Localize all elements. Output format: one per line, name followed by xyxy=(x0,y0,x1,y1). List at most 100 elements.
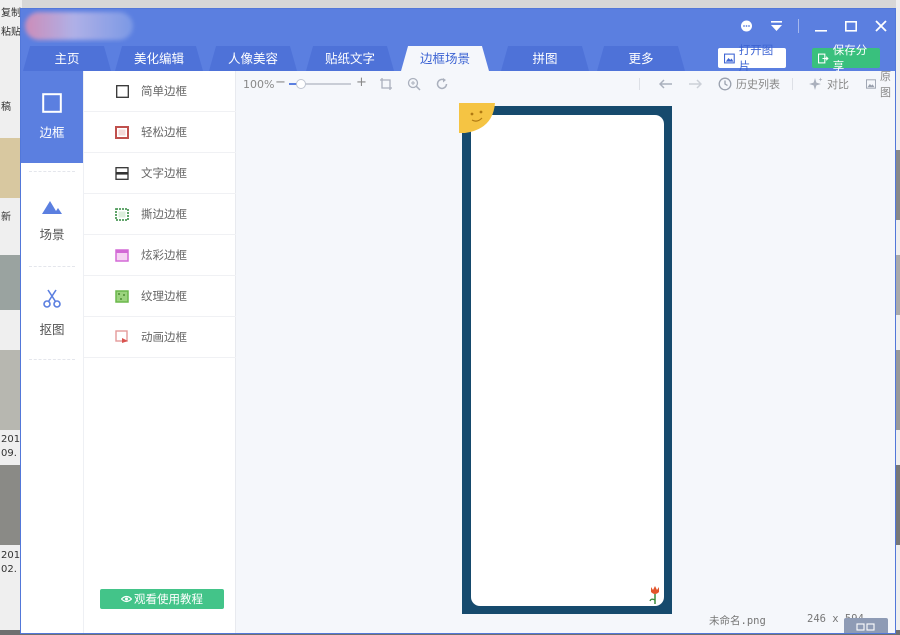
animated-border-icon xyxy=(115,330,129,344)
canvas-area: 100% − + 历史列表 对比 原图 未命名.png 246 x 594 xyxy=(237,70,895,633)
toolbar-separator xyxy=(639,78,640,90)
desktop-thumbnail xyxy=(0,138,22,198)
list-item-texture-border[interactable]: 纹理边框 xyxy=(84,276,236,317)
desktop-thumbnail xyxy=(896,350,900,430)
original-image-label: 原图 xyxy=(880,70,892,99)
compare-button[interactable]: 对比 xyxy=(809,76,849,92)
nav-divider xyxy=(29,171,75,172)
watch-tutorial-button[interactable]: 观看使用教程 xyxy=(100,589,224,609)
desktop-thumbnail xyxy=(0,350,22,430)
picture-icon xyxy=(866,79,877,89)
sun-decoration xyxy=(459,103,495,133)
desktop-text: 201 xyxy=(1,550,21,561)
scissors-icon xyxy=(43,289,61,308)
main-tabs: 主页 美化编辑 人像美容 贴纸文字 边框场景 拼图 更多 打开图片 保存分享 xyxy=(21,43,895,73)
sparkle-icon xyxy=(809,77,823,90)
desktop-text: 09. xyxy=(1,448,17,459)
list-item-label: 炫彩边框 xyxy=(141,248,187,262)
history-list-button[interactable]: 历史列表 xyxy=(718,76,780,92)
list-item-colorful-border[interactable]: 炫彩边框 xyxy=(84,235,236,276)
crop-fit-icon[interactable] xyxy=(379,76,393,92)
close-icon[interactable] xyxy=(873,18,889,34)
window-controls xyxy=(738,15,889,37)
desktop-text: 复制 xyxy=(1,8,21,19)
tab-portrait[interactable]: 人像美容 xyxy=(209,46,297,71)
frame-icon xyxy=(42,93,62,113)
tutorial-label: 观看使用教程 xyxy=(134,592,203,606)
list-item-label: 文字边框 xyxy=(141,166,187,180)
layers-icon xyxy=(856,623,875,631)
nav-divider xyxy=(29,359,75,360)
open-image-button[interactable]: 打开图片 xyxy=(718,43,786,73)
app-logo xyxy=(25,12,133,40)
image-inner-area xyxy=(471,115,664,606)
desktop-thumbnail xyxy=(896,150,900,220)
zoom-in-button[interactable]: + xyxy=(356,74,367,90)
tulip-decoration xyxy=(649,586,659,604)
save-share-button[interactable]: 保存分享 xyxy=(812,43,880,73)
image-icon xyxy=(724,53,735,63)
title-separator xyxy=(798,19,799,33)
toolbar-separator xyxy=(792,78,793,90)
zoom-level: 100% xyxy=(243,77,275,91)
eye-icon xyxy=(121,595,132,603)
left-nav: 边框 场景 抠图 xyxy=(21,71,83,633)
menu-dropdown-icon[interactable] xyxy=(768,18,784,34)
clock-icon xyxy=(718,77,732,91)
zoom-actual-icon[interactable] xyxy=(407,76,421,92)
tab-collage[interactable]: 拼图 xyxy=(501,46,589,71)
image-preview[interactable] xyxy=(459,103,672,614)
list-item-label: 简单边框 xyxy=(141,84,187,98)
list-item-easy-border[interactable]: 轻松边框 xyxy=(84,112,236,153)
tab-border-scene[interactable]: 边框场景 xyxy=(401,46,489,71)
scene-icon xyxy=(42,201,62,214)
maximize-icon[interactable] xyxy=(843,18,859,34)
list-item-label: 动画边框 xyxy=(141,330,187,344)
nav-item-border[interactable]: 边框 xyxy=(21,71,83,163)
simple-border-icon xyxy=(115,84,129,98)
torn-border-icon xyxy=(115,207,129,221)
minimize-icon[interactable] xyxy=(813,18,829,34)
zoom-slider-knob[interactable] xyxy=(296,79,307,89)
compare-label: 对比 xyxy=(827,78,849,91)
message-icon[interactable] xyxy=(738,18,754,34)
redo-arrow-icon[interactable] xyxy=(688,76,702,92)
desktop-thumbnail xyxy=(896,465,900,545)
title-bar xyxy=(21,9,895,43)
list-item-simple-border[interactable]: 简单边框 xyxy=(84,71,236,112)
tab-home[interactable]: 主页 xyxy=(23,46,111,71)
undo-arrow-icon[interactable] xyxy=(659,76,673,92)
original-image-button[interactable]: 原图 xyxy=(866,70,895,99)
status-action-button[interactable] xyxy=(844,618,888,633)
canvas-toolbar: 100% − + 历史列表 对比 原图 xyxy=(237,70,895,99)
file-name: 未命名.png xyxy=(709,615,766,627)
app-window: 主页 美化编辑 人像美容 贴纸文字 边框场景 拼图 更多 打开图片 保存分享 边… xyxy=(20,8,896,634)
easy-border-icon xyxy=(115,125,129,139)
desktop-left-strip: 复制 粘贴 稿 新 201 09. 201 02. xyxy=(0,0,22,635)
list-item-label: 纹理边框 xyxy=(141,289,187,303)
open-image-label: 打开图片 xyxy=(738,43,774,73)
nav-item-scene[interactable]: 场景 xyxy=(21,175,83,267)
tab-stickers[interactable]: 贴纸文字 xyxy=(306,46,394,71)
history-list-label: 历史列表 xyxy=(736,78,780,91)
border-category-list: 简单边框 轻松边框 文字边框 撕边边框 炫彩边框 纹理边框 动画边框 观看使用教… xyxy=(83,71,236,633)
rotate-icon[interactable] xyxy=(435,76,449,92)
list-item-torn-border[interactable]: 撕边边框 xyxy=(84,194,236,235)
desktop-text: 粘贴 xyxy=(1,27,21,38)
list-item-label: 撕边边框 xyxy=(141,207,187,221)
text-border-icon xyxy=(115,166,129,180)
desktop-right-strip xyxy=(896,0,900,635)
desktop-text: 02. xyxy=(1,564,17,575)
zoom-slider[interactable] xyxy=(289,79,351,89)
nav-item-label: 边框 xyxy=(39,125,65,140)
list-item-text-border[interactable]: 文字边框 xyxy=(84,153,236,194)
desktop-thumbnail xyxy=(0,255,22,310)
list-item-animated-border[interactable]: 动画边框 xyxy=(84,317,236,358)
tab-beautify[interactable]: 美化编辑 xyxy=(115,46,203,71)
desktop-thumbnail xyxy=(0,465,22,545)
nav-item-cutout[interactable]: 抠图 xyxy=(21,267,83,359)
zoom-out-button[interactable]: − xyxy=(275,74,286,90)
export-icon xyxy=(818,53,829,63)
save-share-label: 保存分享 xyxy=(832,43,868,73)
tab-more[interactable]: 更多 xyxy=(597,46,685,71)
